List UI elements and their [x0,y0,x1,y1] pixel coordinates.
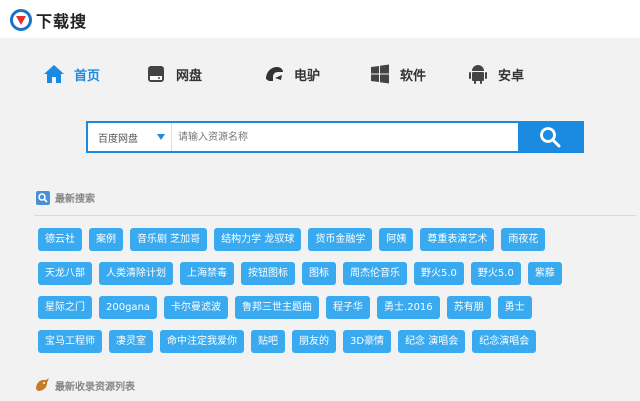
nav-label: 软件 [400,68,427,84]
search-tag[interactable]: 紫藤 [527,262,562,285]
search-tag[interactable]: 朋友的 [292,330,336,353]
search-tag[interactable]: 图标 [302,262,336,285]
tag-row: 德云社 案例 音乐剧 芝加哥 结构力学 龙驭球 货币金融学 阿姨 尊重表演艺术 雨夜花 [38,228,618,251]
search-tag[interactable]: 货币金融学 [308,228,373,251]
search-tag[interactable]: 德云社 [38,228,82,251]
disk-icon [144,62,168,86]
recent-search-tags: 德云社 案例 音乐剧 芝加哥 结构力学 龙驭球 货币金融学 阿姨 尊重表演艺术 雨夜花 天龙八部… [38,228,618,364]
recent-search-header: 最新搜索 [36,190,95,205]
search-tag[interactable]: 结构力学 龙驭球 [214,228,302,251]
search-tag[interactable]: 周杰伦音乐 [343,262,407,285]
search-tag[interactable]: 野火5.0 [414,262,464,285]
search-tag[interactable]: 天龙八部 [38,262,92,285]
section-title: 最新搜索 [55,194,95,205]
search-tag[interactable]: 音乐剧 芝加哥 [130,228,208,251]
search-input[interactable] [172,123,518,151]
search-tag[interactable]: 程子华 [326,296,371,319]
tag-row: 天龙八部 人类清除计划 上海禁毒 按钮图标 图标 周杰伦音乐 野火5.0 野火5.0 紫藤 [38,262,618,285]
search-button[interactable] [518,123,582,151]
search-tag[interactable]: 苏有朋 [446,296,491,319]
windows-icon [368,62,392,86]
search-category-label: 百度网盘 [98,133,138,145]
search-icon [540,127,561,148]
android-icon [466,62,490,86]
search-bar: 百度网盘 [86,121,584,153]
section-title: 最新收录资源列表 [55,381,135,393]
search-tag[interactable]: 尊重表演艺术 [420,228,495,251]
search-tag[interactable]: 人类清除计划 [99,262,173,285]
search-tag[interactable]: 按钮图标 [241,262,295,285]
search-tag[interactable]: 3D豪情 [343,330,392,353]
search-tag[interactable]: 命中注定我爱你 [160,330,244,353]
top-bar: 下载搜 [0,0,640,38]
divider [34,215,636,216]
nav-label: 首页 [74,68,101,84]
search-tag[interactable]: 贴吧 [251,330,285,353]
tag-row: 星际之门 200gana 卡尔曼滤波 鲁邦三世主题曲 程子华 勇士.2016 苏有朋 勇士 [38,296,618,319]
search-tag[interactable]: 勇士 [497,296,532,319]
main-nav: 首页 网盘 电驴 软件 安卓 [0,58,640,90]
home-icon [42,62,66,86]
search-category-select[interactable]: 百度网盘 [88,123,172,151]
nav-item-software[interactable]: 软件 [368,58,426,90]
search-tag[interactable]: 200gana [99,296,158,319]
search-tag[interactable]: 卡尔曼滤波 [164,296,229,319]
site-name: 下载搜 [36,12,88,31]
magnifier-badge-icon [36,190,50,205]
nav-item-donkey[interactable]: 电驴 [262,58,320,90]
latest-resources-header: 最新收录资源列表 [34,377,135,393]
logo-icon [10,9,32,31]
donkey-icon [262,62,286,86]
search-tag[interactable]: 纪念演唱会 [472,330,537,353]
chevron-down-icon [157,134,165,140]
search-tag[interactable]: 鲁邦三世主题曲 [235,296,320,319]
search-tag[interactable]: 雨夜花 [501,228,546,251]
search-tag[interactable]: 阿姨 [379,228,414,251]
search-tag[interactable]: 勇士.2016 [377,296,440,319]
nav-label: 安卓 [498,68,525,84]
bird-icon [36,378,49,391]
search-tag[interactable]: 纪念 演唱会 [398,330,466,353]
nav-item-android[interactable]: 安卓 [466,58,524,90]
tag-row: 宝马工程师 凄灵室 命中注定我爱你 贴吧 朋友的 3D豪情 纪念 演唱会 纪念演唱会 [38,330,618,353]
search-tag[interactable]: 宝马工程师 [38,330,102,353]
nav-label: 网盘 [176,68,203,84]
search-tag[interactable]: 凄灵室 [109,330,153,353]
search-tag[interactable]: 案例 [89,228,123,251]
nav-item-home[interactable]: 首页 [42,58,100,90]
search-tag[interactable]: 星际之门 [38,296,92,319]
nav-item-disk[interactable]: 网盘 [144,58,202,90]
site-logo[interactable]: 下载搜 [10,8,87,32]
search-tag[interactable]: 上海禁毒 [180,262,234,285]
search-tag[interactable]: 野火5.0 [470,262,521,285]
nav-label: 电驴 [294,68,321,84]
